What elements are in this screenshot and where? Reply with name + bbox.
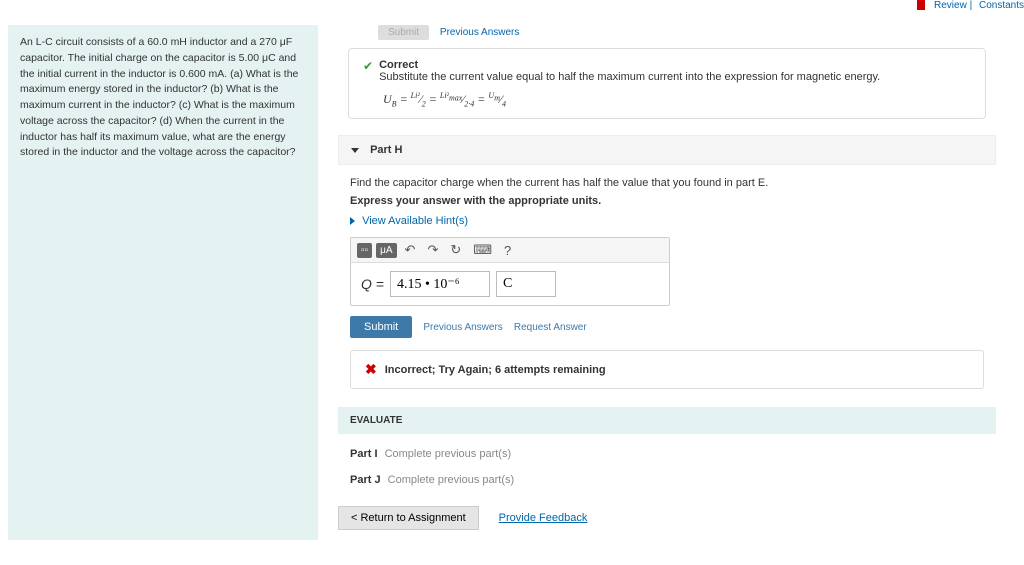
part-h-content: Find the capacitor charge when the curre… [338, 177, 996, 389]
right-panel: Submit Previous Answers ✔ Correct Substi… [338, 25, 1016, 540]
answer-row: Q = [351, 263, 669, 305]
review-link[interactable]: Review [934, 0, 967, 11]
correct-formula: UB = Li²⁄2 = Li²max⁄2·4 = Um⁄4 [383, 91, 971, 108]
answer-toolbar: ▫▫ μA ↶ ↷ ↻ ⌨ ? [351, 238, 669, 263]
submit-row: Submit Previous Answers Request Answer [350, 316, 984, 338]
part-i-msg: Complete previous part(s) [385, 448, 512, 460]
part-h-prompt: Find the capacitor charge when the curre… [350, 177, 984, 189]
submit-button[interactable]: Submit [350, 316, 412, 338]
fraction-tool-icon[interactable]: ▫▫ [357, 243, 372, 258]
part-i-label: Part I [350, 448, 378, 460]
submit-disabled: Submit [378, 25, 429, 40]
check-icon: ✔ [363, 59, 373, 73]
part-i-row: Part I Complete previous part(s) [350, 448, 984, 460]
reset-icon[interactable]: ↻ [446, 242, 465, 258]
return-button[interactable]: < Return to Assignment [338, 506, 479, 530]
keyboard-icon[interactable]: ⌨ [469, 242, 496, 258]
caret-down-icon [351, 148, 359, 153]
x-icon: ✖ [365, 361, 377, 378]
correct-title: Correct [379, 59, 418, 71]
correct-feedback-box: ✔ Correct Substitute the current value e… [348, 48, 986, 119]
request-answer-link[interactable]: Request Answer [514, 322, 587, 333]
top-links: Review | Constants [0, 0, 1024, 11]
bookmark-icon [917, 0, 925, 10]
problem-text: An L-C circuit consists of a 60.0 mH ind… [20, 36, 298, 158]
redo-icon[interactable]: ↷ [423, 242, 442, 258]
unit-input[interactable] [496, 271, 556, 297]
feedback-text: Incorrect; Try Again; 6 attempts remaini… [385, 364, 606, 376]
part-h-express: Express your answer with the appropriate… [350, 195, 984, 207]
problem-statement: An L-C circuit consists of a 60.0 mH ind… [8, 25, 318, 540]
provide-feedback-link[interactable]: Provide Feedback [499, 512, 588, 524]
constants-link[interactable]: Constants [979, 0, 1024, 11]
incorrect-feedback: ✖ Incorrect; Try Again; 6 attempts remai… [350, 350, 984, 389]
hints-label: View Available Hint(s) [362, 215, 468, 227]
part-h-header[interactable]: Part H [338, 135, 996, 165]
part-h-label: Part H [370, 144, 402, 156]
units-tool[interactable]: μA [376, 243, 396, 258]
evaluate-header: EVALUATE [338, 407, 996, 434]
correct-sub: Substitute the current value equal to ha… [379, 71, 880, 83]
variable-label: Q = [361, 276, 384, 292]
correct-text: Correct Substitute the current value equ… [379, 59, 880, 83]
part-j-msg: Complete previous part(s) [388, 474, 515, 486]
main-container: An L-C circuit consists of a 60.0 mH ind… [0, 17, 1024, 548]
undo-icon[interactable]: ↶ [401, 242, 420, 258]
prev-answers-top: Submit Previous Answers [378, 25, 996, 40]
footer-row: < Return to Assignment Provide Feedback [338, 506, 996, 540]
answer-box: ▫▫ μA ↶ ↷ ↻ ⌨ ? Q = [350, 237, 670, 306]
help-icon[interactable]: ? [500, 243, 515, 258]
view-hints[interactable]: View Available Hint(s) [350, 215, 984, 227]
part-j-label: Part J [350, 474, 381, 486]
part-j-row: Part J Complete previous part(s) [350, 474, 984, 486]
answer-input[interactable] [390, 271, 490, 297]
triangle-right-icon [350, 217, 355, 225]
prev-answers-link[interactable]: Previous Answers [440, 27, 519, 38]
previous-answers-link[interactable]: Previous Answers [423, 322, 502, 333]
